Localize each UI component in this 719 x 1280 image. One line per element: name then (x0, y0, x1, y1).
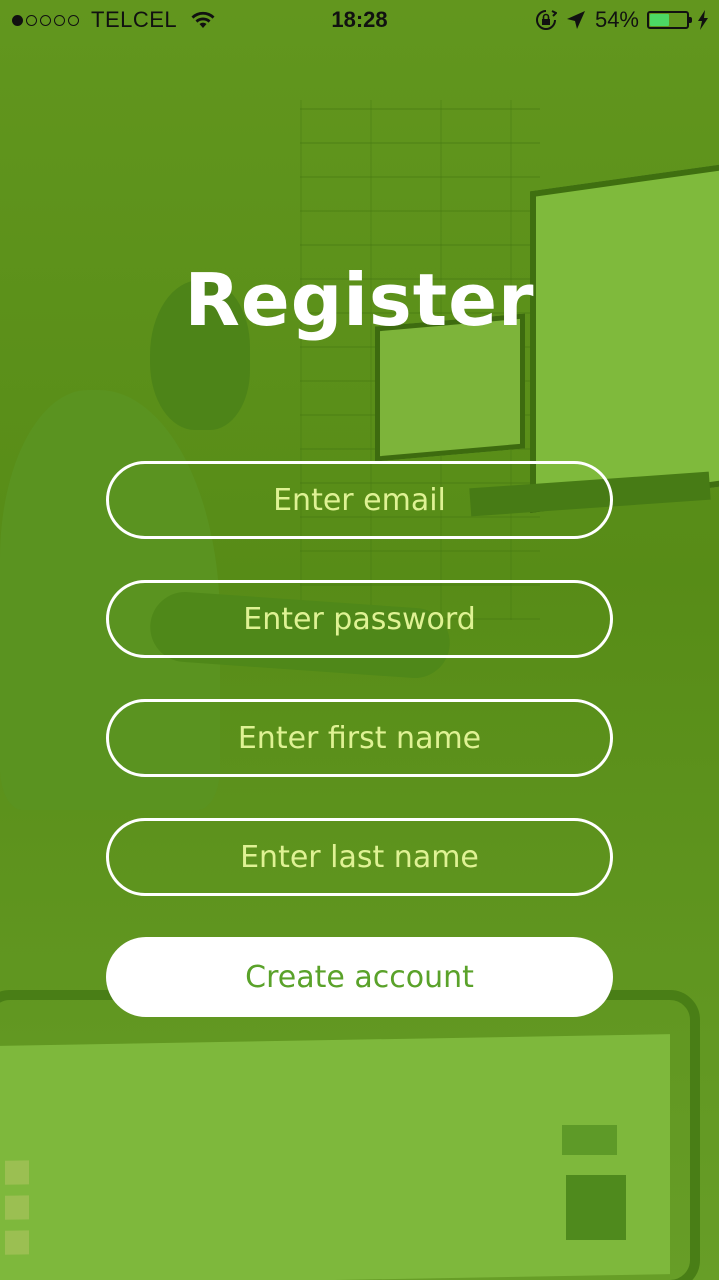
last-name-field[interactable] (106, 818, 613, 896)
status-bar: TELCEL 18:28 54% (0, 0, 719, 40)
battery-icon (647, 11, 692, 29)
email-input[interactable] (109, 463, 610, 537)
screen-panel (566, 1175, 626, 1240)
laptop-screen (0, 1034, 670, 1280)
battery-percent: 54% (594, 7, 639, 32)
first-name-input[interactable] (109, 701, 610, 775)
location-arrow-icon (566, 11, 585, 29)
password-field[interactable] (106, 580, 613, 658)
screen-panel (562, 1125, 617, 1155)
charging-bolt-icon (698, 10, 708, 30)
battery-level (650, 14, 669, 26)
thumbnail (5, 1160, 29, 1185)
first-name-field[interactable] (106, 699, 613, 777)
thumbnail (5, 1230, 29, 1255)
email-field[interactable] (106, 461, 613, 539)
status-bar-right: 54% (535, 7, 709, 33)
page-title: Register (184, 258, 535, 342)
create-account-button[interactable]: Create account (106, 937, 613, 1017)
password-input[interactable] (109, 582, 610, 656)
last-name-input[interactable] (109, 820, 610, 894)
orientation-lock-icon (535, 10, 557, 30)
battery-cap (689, 17, 692, 23)
thumbnail (5, 1195, 29, 1220)
